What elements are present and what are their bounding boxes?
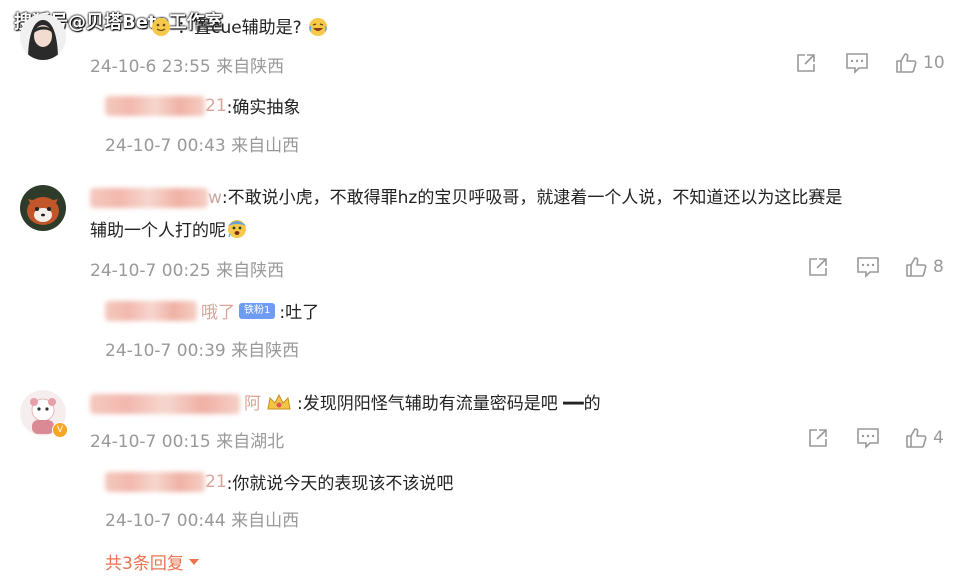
fan-badge: 铁粉1	[239, 302, 276, 319]
reply-text: :确实抽象	[226, 98, 301, 118]
reply-item: 哦了 铁粉1 :吐了	[105, 298, 319, 323]
comment-button[interactable]	[856, 427, 880, 449]
comment-username-blurred[interactable]	[90, 394, 240, 414]
share-icon	[795, 52, 817, 74]
reply-username-blurred[interactable]	[105, 95, 205, 116]
reply-username-suffix[interactable]: 21	[205, 472, 227, 492]
avatar[interactable]: V	[20, 390, 68, 438]
verified-icon: V	[52, 422, 68, 438]
comment-header: w :不敢说小虎，不敢得罪hz的宝贝呼吸哥，就逮着一个人说，不知道还以为这比赛是	[90, 184, 842, 212]
comment-username-suffix[interactable]: 阿	[244, 390, 261, 418]
comment-button[interactable]	[845, 52, 869, 74]
like-button[interactable]: 10	[895, 52, 945, 74]
comment-icon	[845, 52, 869, 74]
reply-time: 24-10-7 00:39 来自陕西	[105, 341, 300, 361]
like-icon	[905, 427, 927, 449]
reply-time: 24-10-7 00:44 来自山西	[105, 511, 300, 531]
reply-username-suffix[interactable]: 21	[205, 96, 227, 116]
reply-item: 21 :确实抽象	[105, 93, 300, 118]
like-count: 4	[933, 428, 944, 448]
comment-icon	[856, 427, 880, 449]
reply-username-blurred[interactable]	[105, 471, 205, 492]
emoji-icon	[150, 16, 172, 42]
reply-text: :吐了	[279, 303, 320, 323]
share-button[interactable]	[807, 256, 829, 278]
reply-time: 24-10-7 00:43 来自山西	[105, 136, 300, 156]
comment-username-suffix[interactable]: w	[208, 184, 222, 212]
like-button[interactable]: 8	[905, 256, 944, 278]
more-replies-label: 共3条回复	[105, 554, 184, 574]
comment-text: ：置cue辅助是?	[177, 18, 302, 38]
comment-text-line2: 辅助一个人打的呢	[90, 221, 226, 241]
like-icon	[905, 256, 927, 278]
like-button[interactable]: 4	[905, 427, 944, 449]
comment-text: :发现阴阳怪气辅助有流量密码是吧 ━━的	[297, 394, 601, 414]
avatar[interactable]	[20, 185, 66, 231]
scared-emoji-icon	[226, 218, 248, 244]
comment-button[interactable]	[856, 256, 880, 278]
comment-header: 阿 :发现阴阳怪气辅助有流量密码是吧 ━━的	[90, 390, 601, 418]
comment-time: 24-10-7 00:25 来自陕西	[90, 261, 285, 281]
comment-line2: 辅助一个人打的呢	[90, 217, 248, 245]
share-button[interactable]	[795, 52, 817, 74]
comment-username-blurred[interactable]	[90, 188, 208, 208]
share-button[interactable]	[807, 427, 829, 449]
avatar[interactable]	[20, 14, 66, 60]
reply-item: 21 :你就说今天的表现该不该说吧	[105, 469, 453, 494]
comment-time: 24-10-7 00:15 来自湖北	[90, 432, 285, 452]
comment-icon	[856, 256, 880, 278]
like-count: 8	[933, 257, 944, 277]
more-replies-link[interactable]: 共3条回复	[105, 549, 200, 574]
share-icon	[807, 256, 829, 278]
reply-username-blurred[interactable]	[105, 300, 197, 321]
like-count: 10	[923, 53, 945, 73]
reply-text: :你就说今天的表现该不该说吧	[226, 474, 454, 494]
chevron-down-icon	[188, 557, 200, 567]
comment-content: ：置cue辅助是?	[150, 14, 329, 42]
laugh-emoji-icon	[307, 16, 329, 42]
comment-time: 24-10-6 23:55 来自陕西	[90, 57, 285, 77]
comment-text-line1: :不敢说小虎，不敢得罪hz的宝贝呼吸哥，就逮着一个人说，不知道还以为这比赛是	[221, 188, 843, 208]
reply-username-suffix[interactable]: 哦了	[201, 298, 235, 323]
crown-badge-icon	[265, 391, 293, 417]
share-icon	[807, 427, 829, 449]
like-icon	[895, 52, 917, 74]
